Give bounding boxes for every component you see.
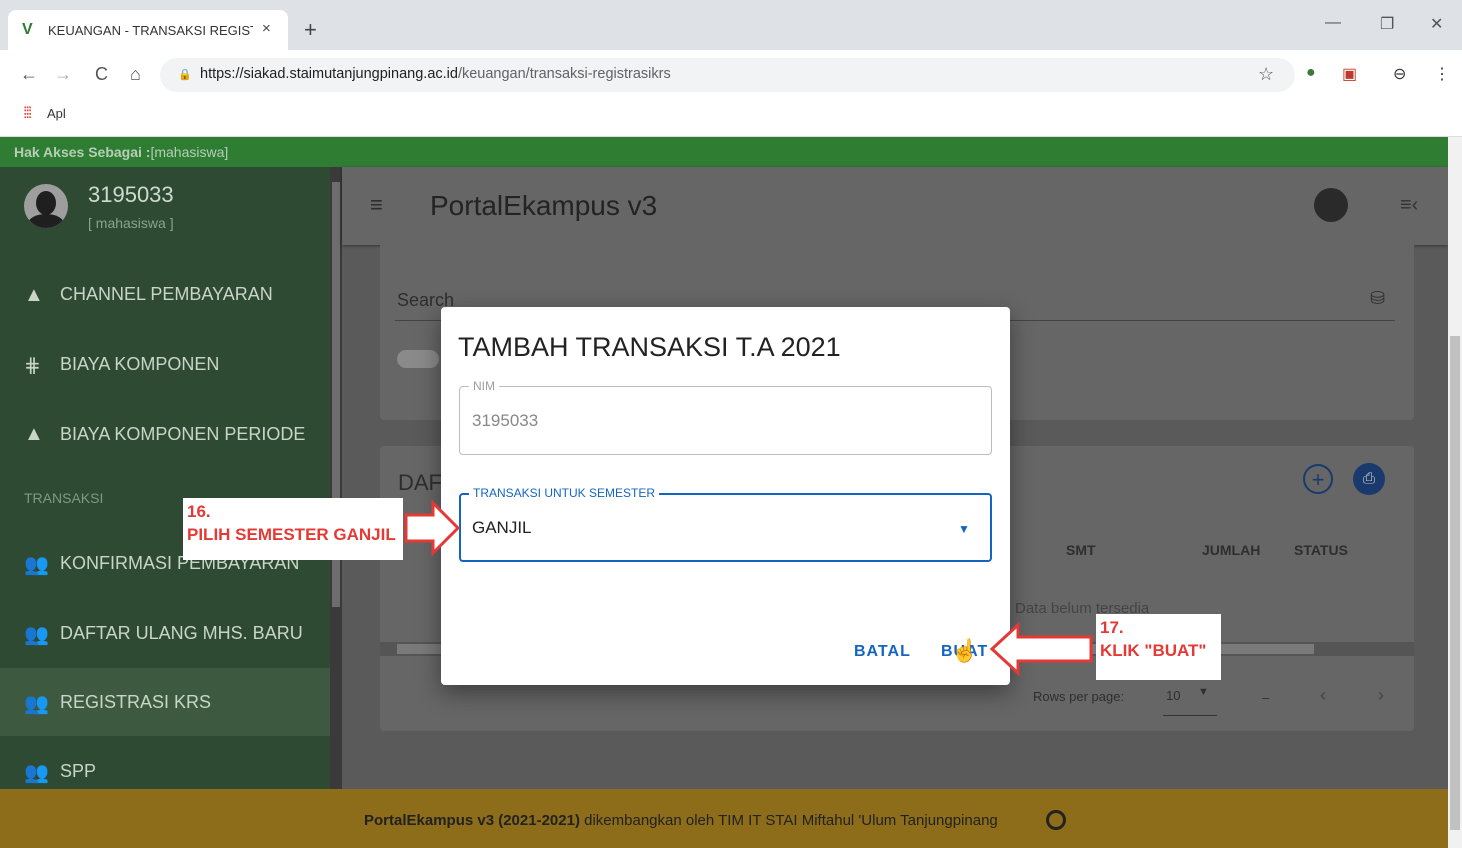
- app-title: PortalEkampus v3: [430, 190, 658, 221]
- bookmark-star-icon[interactable]: ☆: [1258, 64, 1274, 85]
- access-role: [mahasiswa]: [150, 144, 229, 160]
- footer-credit: dikembangkan oleh TIM IT STAI Miftahul '…: [579, 812, 998, 829]
- annotation-arrow-16: [404, 500, 461, 556]
- profile-role: [ mahasiswa ]: [88, 215, 174, 231]
- extension-globe-icon[interactable]: ●: [1306, 64, 1316, 82]
- database-search-icon[interactable]: ⛁: [1370, 288, 1385, 309]
- forward-icon[interactable]: →: [54, 64, 72, 85]
- rows-per-page-label: Rows per page:: [1033, 689, 1125, 704]
- table-header-status[interactable]: STATUS: [1294, 542, 1348, 558]
- tab-title: KEUANGAN - TRANSAKSI REGISTRASI KRS: [48, 23, 253, 38]
- minimize-button[interactable]: —: [1325, 14, 1341, 32]
- semester-select[interactable]: [459, 493, 992, 562]
- extension-shield-icon[interactable]: ▣: [1342, 64, 1357, 84]
- sidebar-item-label: REGISTRASI KRS: [60, 692, 212, 712]
- sidebar-item-spp[interactable]: [0, 738, 330, 789]
- tab-close-icon[interactable]: ×: [262, 20, 271, 37]
- url-host: https://siakad.staimutanjungpinang.ac.id: [200, 66, 458, 82]
- annotation-step-16: 16. PILIH SEMESTER GANJIL: [183, 498, 403, 560]
- table-header-smt[interactable]: SMT: [1066, 542, 1096, 558]
- annotation-step-17: 17. KLIK "BUAT": [1096, 614, 1221, 680]
- caret-down-icon[interactable]: ▼: [1198, 686, 1209, 698]
- hand-cursor-icon: ☝: [951, 638, 979, 663]
- close-window-button[interactable]: ✕: [1430, 14, 1443, 34]
- maximize-button[interactable]: ❐: [1380, 14, 1394, 34]
- sidebar-item-label: BIAYA KOMPONEN PERIODE: [60, 424, 306, 444]
- sliders-icon: ⋕: [24, 355, 41, 377]
- annotation-number: 17.: [1100, 618, 1124, 637]
- add-button[interactable]: +: [1303, 464, 1333, 494]
- reload-icon[interactable]: C: [95, 64, 108, 85]
- annotation-text: PILIH SEMESTER GANJIL: [187, 525, 396, 544]
- sidebar-item-label: DAFTAR ULANG MHS. BARU: [60, 623, 303, 643]
- sidebar-item-label: SPP: [60, 761, 97, 781]
- filter-toggle[interactable]: [397, 350, 439, 368]
- semester-label: TRANSAKSI UNTUK SEMESTER: [469, 486, 660, 500]
- lock-icon: 🔒: [178, 69, 192, 81]
- chevron-right-icon[interactable]: ›: [1378, 685, 1384, 706]
- print-button[interactable]: ⎙: [1353, 463, 1385, 495]
- table-header-jumlah[interactable]: JUMLAH: [1202, 542, 1260, 558]
- site-logo-icon: V: [22, 21, 33, 38]
- annotation-text: KLIK "BUAT": [1100, 641, 1207, 660]
- access-prefix: Hak Akses Sebagai :: [14, 144, 151, 160]
- bookmarks-bar: [0, 100, 1462, 137]
- sidebar-item-label: BIAYA KOMPONEN: [60, 354, 220, 374]
- caret-down-icon[interactable]: ▼: [958, 522, 970, 536]
- cancel-button[interactable]: BATAL: [854, 643, 911, 661]
- access-text: Hak Akses Sebagai :[mahasiswa]: [14, 144, 228, 160]
- semester-value[interactable]: GANJIL: [472, 518, 532, 538]
- rows-per-page-select[interactable]: 10: [1166, 688, 1180, 703]
- profile-user-id: 3195033: [88, 182, 174, 207]
- github-icon[interactable]: [1046, 810, 1066, 830]
- new-tab-button[interactable]: +: [304, 17, 317, 43]
- nim-value: 3195033: [472, 411, 539, 430]
- url-path: /keuangan/transaksi-registrasikrs: [457, 66, 671, 82]
- triangle-icon: ▲: [24, 423, 44, 445]
- back-icon[interactable]: ←: [20, 64, 38, 85]
- chevron-left-icon[interactable]: ‹: [1320, 685, 1326, 706]
- users-icon: 👥: [24, 624, 49, 646]
- home-icon[interactable]: ⌂: [130, 64, 141, 85]
- dialog-title: TAMBAH TRANSAKSI T.A 2021: [458, 332, 841, 362]
- annotation-arrow-17: [989, 622, 1093, 676]
- sidebar-section-header: TRANSAKSI: [24, 490, 104, 506]
- menu-collapse-icon[interactable]: ≡‹: [1400, 194, 1418, 217]
- footer-brand: PortalEkampus v3 (2021-2021): [364, 812, 580, 829]
- bookmark-apps[interactable]: Apl: [47, 106, 66, 121]
- url-text[interactable]: https://siakad.staimutanjungpinang.ac.id…: [200, 66, 671, 82]
- nim-label: NIM: [469, 379, 499, 393]
- users-icon: 👥: [24, 693, 49, 715]
- sidebar-item-label: CHANNEL PEMBAYARAN: [60, 284, 273, 304]
- hamburger-menu-icon[interactable]: ≡: [370, 192, 383, 218]
- user-avatar-button[interactable]: [1314, 188, 1348, 222]
- pagination-range: –: [1262, 690, 1270, 705]
- triangle-icon: ▲: [24, 284, 44, 306]
- avatar: [24, 184, 68, 228]
- browser-menu-icon[interactable]: ⋮: [1434, 64, 1450, 84]
- page-scrollbar-thumb[interactable]: [1450, 336, 1460, 830]
- table-title: DAF: [398, 470, 442, 495]
- users-icon: 👥: [24, 762, 49, 784]
- nim-field: [459, 386, 992, 455]
- apps-grid-icon[interactable]: ⁞⁞⁞: [23, 105, 32, 123]
- users-icon: 👥: [24, 554, 49, 576]
- profile-icon[interactable]: ⊖: [1393, 64, 1406, 84]
- annotation-number: 16.: [187, 502, 211, 521]
- footer-text: PortalEkampus v3 (2021-2021) dikembangka…: [364, 812, 998, 829]
- rows-select-underline: [1163, 715, 1217, 716]
